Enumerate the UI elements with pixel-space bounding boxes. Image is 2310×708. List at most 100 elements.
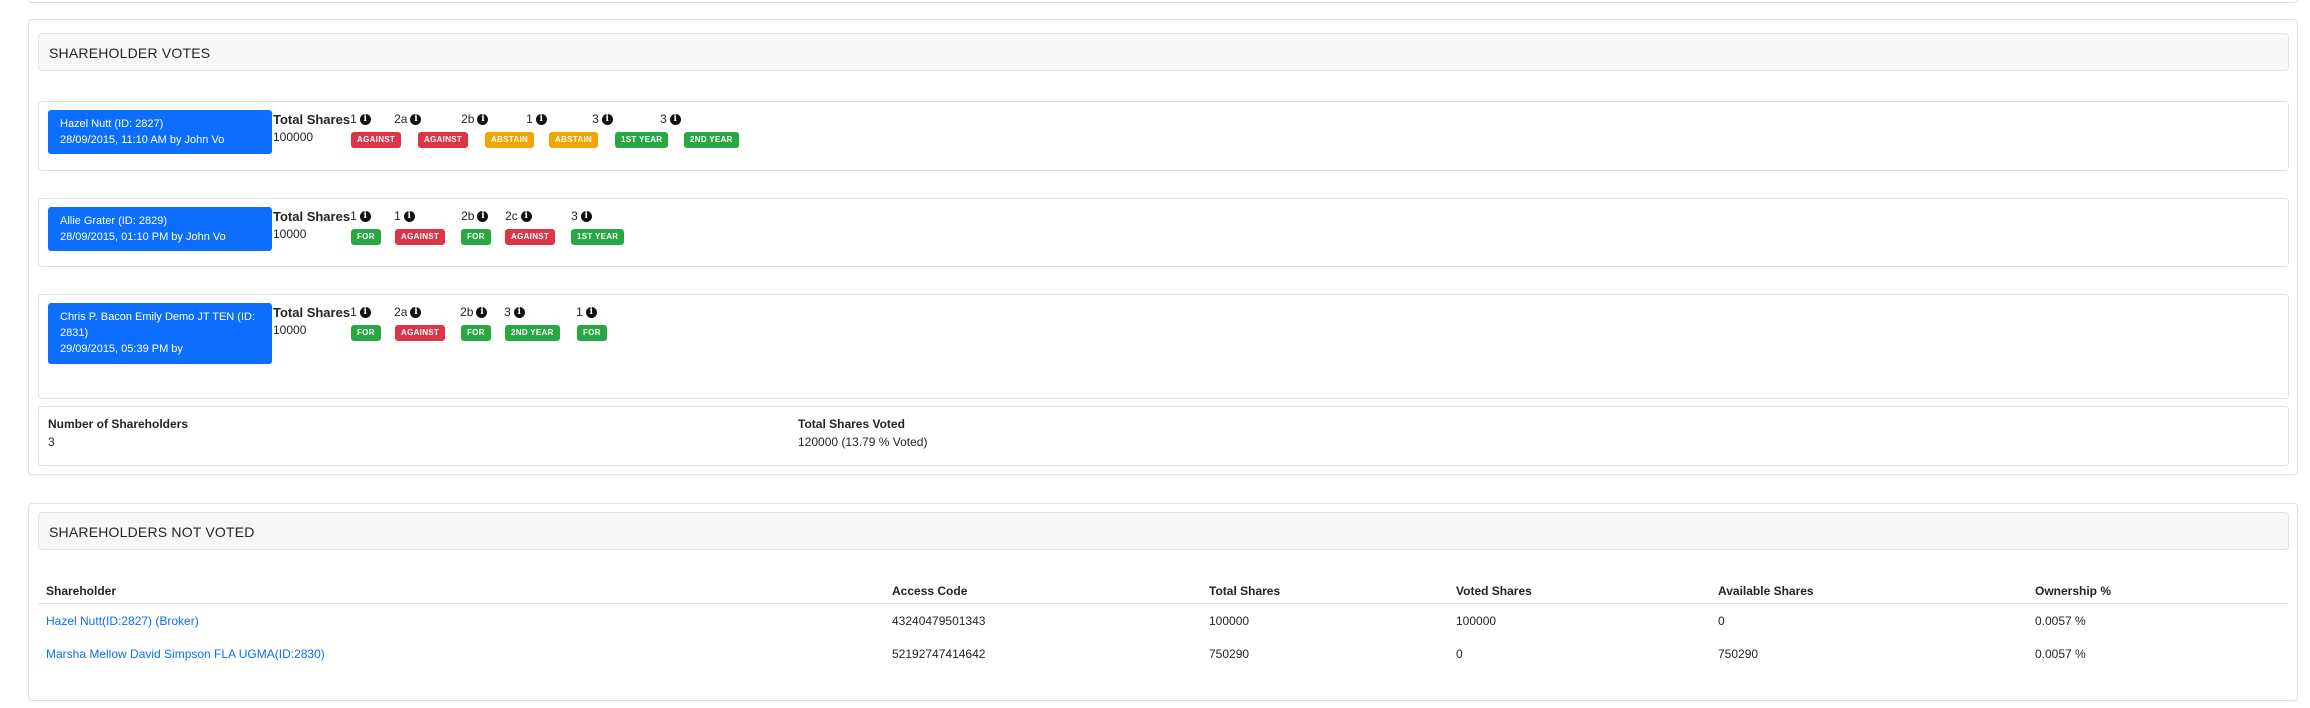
- column-header: Ownership %: [2027, 579, 2288, 604]
- panel-title: SHAREHOLDERS NOT VOTED: [38, 512, 2289, 550]
- total-shares-value: 100000: [273, 129, 314, 144]
- column-header: Shareholder: [38, 579, 884, 604]
- column-header: Total Shares: [1201, 579, 1448, 604]
- info-icon[interactable]: i: [477, 113, 489, 125]
- available-shares: 0: [1718, 613, 1725, 628]
- vote-badge: 2ND YEAR: [684, 132, 739, 148]
- question-label: 3i: [592, 112, 660, 126]
- vote-badge: 1ST YEAR: [571, 229, 625, 245]
- access-code: 52192747414642: [892, 646, 986, 661]
- question-label: 2b i: [460, 305, 504, 319]
- shareholders-not-voted-panel: SHAREHOLDERS NOT VOTED Shareholder Acces…: [28, 503, 2298, 701]
- total-shares-label: Total Shares: [273, 208, 351, 224]
- panel-title: SHAREHOLDER VOTES: [38, 33, 2289, 71]
- vote-badge: FOR: [351, 325, 381, 341]
- previous-panel-edge: [28, 0, 2298, 3]
- question-label: 2b i: [461, 112, 526, 126]
- vote-badge: ABSTAIN: [485, 132, 535, 148]
- vote-card: Hazel Nutt (ID: 2827) 28/09/2015, 11:10 …: [38, 101, 2289, 171]
- vote-badge: AGAINST: [395, 325, 446, 341]
- shareholder-name: Hazel Nutt (ID: 2827): [60, 118, 164, 130]
- info-icon[interactable]: i: [476, 306, 488, 318]
- vote-area: Total Shares 1i 1i 2b i 2c i 3i 10000 FOR …: [273, 208, 625, 245]
- table-row: Hazel Nutt(ID:2827) (Broker) 43240479501…: [38, 604, 2288, 638]
- info-icon[interactable]: i: [580, 210, 592, 222]
- info-icon[interactable]: i: [359, 113, 371, 125]
- shareholder-count-label: Number of Shareholders: [48, 417, 189, 431]
- column-header: Available Shares: [1710, 579, 2027, 604]
- total-shares-voted-label: Total Shares Voted: [798, 417, 905, 431]
- question-label: 3i: [571, 209, 592, 223]
- shareholder-votes-panel: SHAREHOLDER VOTES Hazel Nutt (ID: 2827) …: [28, 19, 2298, 475]
- total-shares-label: Total Shares: [273, 304, 351, 320]
- info-icon[interactable]: i: [520, 210, 532, 222]
- total-shares-voted: Total Shares Voted 120000 (13.79 % Voted…: [798, 415, 927, 451]
- vote-badge: FOR: [461, 325, 491, 341]
- info-icon[interactable]: i: [601, 113, 613, 125]
- vote-badge: FOR: [351, 229, 381, 245]
- vote-badge: FOR: [461, 229, 491, 245]
- voted-shares: 100000: [1456, 613, 1497, 628]
- shareholder-count-value: 3: [48, 435, 55, 449]
- total-shares: 100000: [1209, 613, 1250, 628]
- info-icon[interactable]: i: [410, 113, 422, 125]
- voted-shares: 0: [1456, 646, 1463, 661]
- question-label: 1i: [350, 112, 394, 126]
- access-code: 43240479501343: [892, 613, 986, 628]
- info-icon[interactable]: i: [585, 306, 597, 318]
- total-shares-value: 10000: [273, 322, 307, 337]
- info-icon[interactable]: i: [359, 210, 371, 222]
- info-icon[interactable]: i: [669, 113, 681, 125]
- ownership-percent: 0.0057 %: [2035, 646, 2086, 661]
- shareholder-info: Hazel Nutt (ID: 2827) 28/09/2015, 11:10 …: [48, 110, 272, 154]
- vote-badge: AGAINST: [505, 229, 556, 245]
- table-header-row: Shareholder Access Code Total Shares Vot…: [38, 579, 2288, 604]
- total-shares-voted-value: 120000 (13.79 % Voted): [798, 435, 928, 449]
- vote-badge: ABSTAIN: [549, 132, 599, 148]
- vote-card: Chris P. Bacon Emily Demo JT TEN (ID: 28…: [38, 294, 2289, 399]
- shareholder-name: Allie Grater (ID: 2829): [60, 215, 167, 227]
- column-header: Access Code: [884, 579, 1201, 604]
- shareholder-info: Allie Grater (ID: 2829) 28/09/2015, 01:1…: [48, 207, 272, 251]
- question-label: 2a i: [394, 305, 460, 319]
- question-label: 1i: [394, 209, 461, 223]
- vote-timestamp: 28/09/2015, 01:10 PM by John Vo: [60, 231, 226, 243]
- vote-area: Total Shares 1i 2a i 2b i 1i 3i 3i 100000 …: [273, 111, 739, 148]
- ownership-percent: 0.0057 %: [2035, 613, 2086, 628]
- question-label: 3i: [504, 305, 576, 319]
- question-label: 2a i: [394, 112, 461, 126]
- total-shares: 750290: [1209, 646, 1250, 661]
- info-icon[interactable]: i: [410, 306, 422, 318]
- question-label: 1i: [526, 112, 592, 126]
- info-icon[interactable]: i: [359, 306, 371, 318]
- vote-badge: AGAINST: [395, 229, 446, 245]
- vote-badge: FOR: [577, 325, 607, 341]
- shareholder-name-cont: 2831): [60, 327, 89, 339]
- total-shares-value: 10000: [273, 226, 307, 241]
- question-label: 1i: [350, 305, 394, 319]
- column-header: Voted Shares: [1448, 579, 1710, 604]
- vote-badge: 2ND YEAR: [505, 325, 560, 341]
- info-icon[interactable]: i: [477, 210, 489, 222]
- not-voted-table: Shareholder Access Code Total Shares Vot…: [38, 579, 2288, 670]
- vote-timestamp: 28/09/2015, 11:10 AM by John Vo: [60, 134, 225, 146]
- vote-area: Total Shares 1i 2a i 2b i 3i 1i 10000 FOR …: [273, 304, 607, 341]
- vote-timestamp: 29/09/2015, 05:39 PM by: [60, 343, 183, 355]
- question-label: 1i: [576, 305, 597, 319]
- vote-card: Allie Grater (ID: 2829) 28/09/2015, 01:1…: [38, 198, 2289, 267]
- shareholder-name: Chris P. Bacon Emily Demo JT TEN (ID:: [60, 311, 255, 323]
- vote-badge: 1ST YEAR: [615, 132, 669, 148]
- info-icon[interactable]: i: [535, 113, 547, 125]
- question-label: 2b i: [461, 209, 505, 223]
- available-shares: 750290: [1718, 646, 1759, 661]
- question-label: 3i: [660, 112, 681, 126]
- shareholder-link[interactable]: Hazel Nutt(ID:2827) (Broker): [46, 614, 199, 628]
- shareholder-link[interactable]: Marsha Mellow David Simpson FLA UGMA(ID:…: [46, 647, 325, 661]
- question-label: 1i: [350, 209, 394, 223]
- info-icon[interactable]: i: [403, 210, 415, 222]
- info-icon[interactable]: i: [513, 306, 525, 318]
- table-row: Marsha Mellow David Simpson FLA UGMA(ID:…: [38, 637, 2288, 670]
- total-shares-label: Total Shares: [273, 111, 351, 127]
- shareholder-count: Number of Shareholders 3: [48, 415, 188, 451]
- vote-badge: AGAINST: [351, 132, 402, 148]
